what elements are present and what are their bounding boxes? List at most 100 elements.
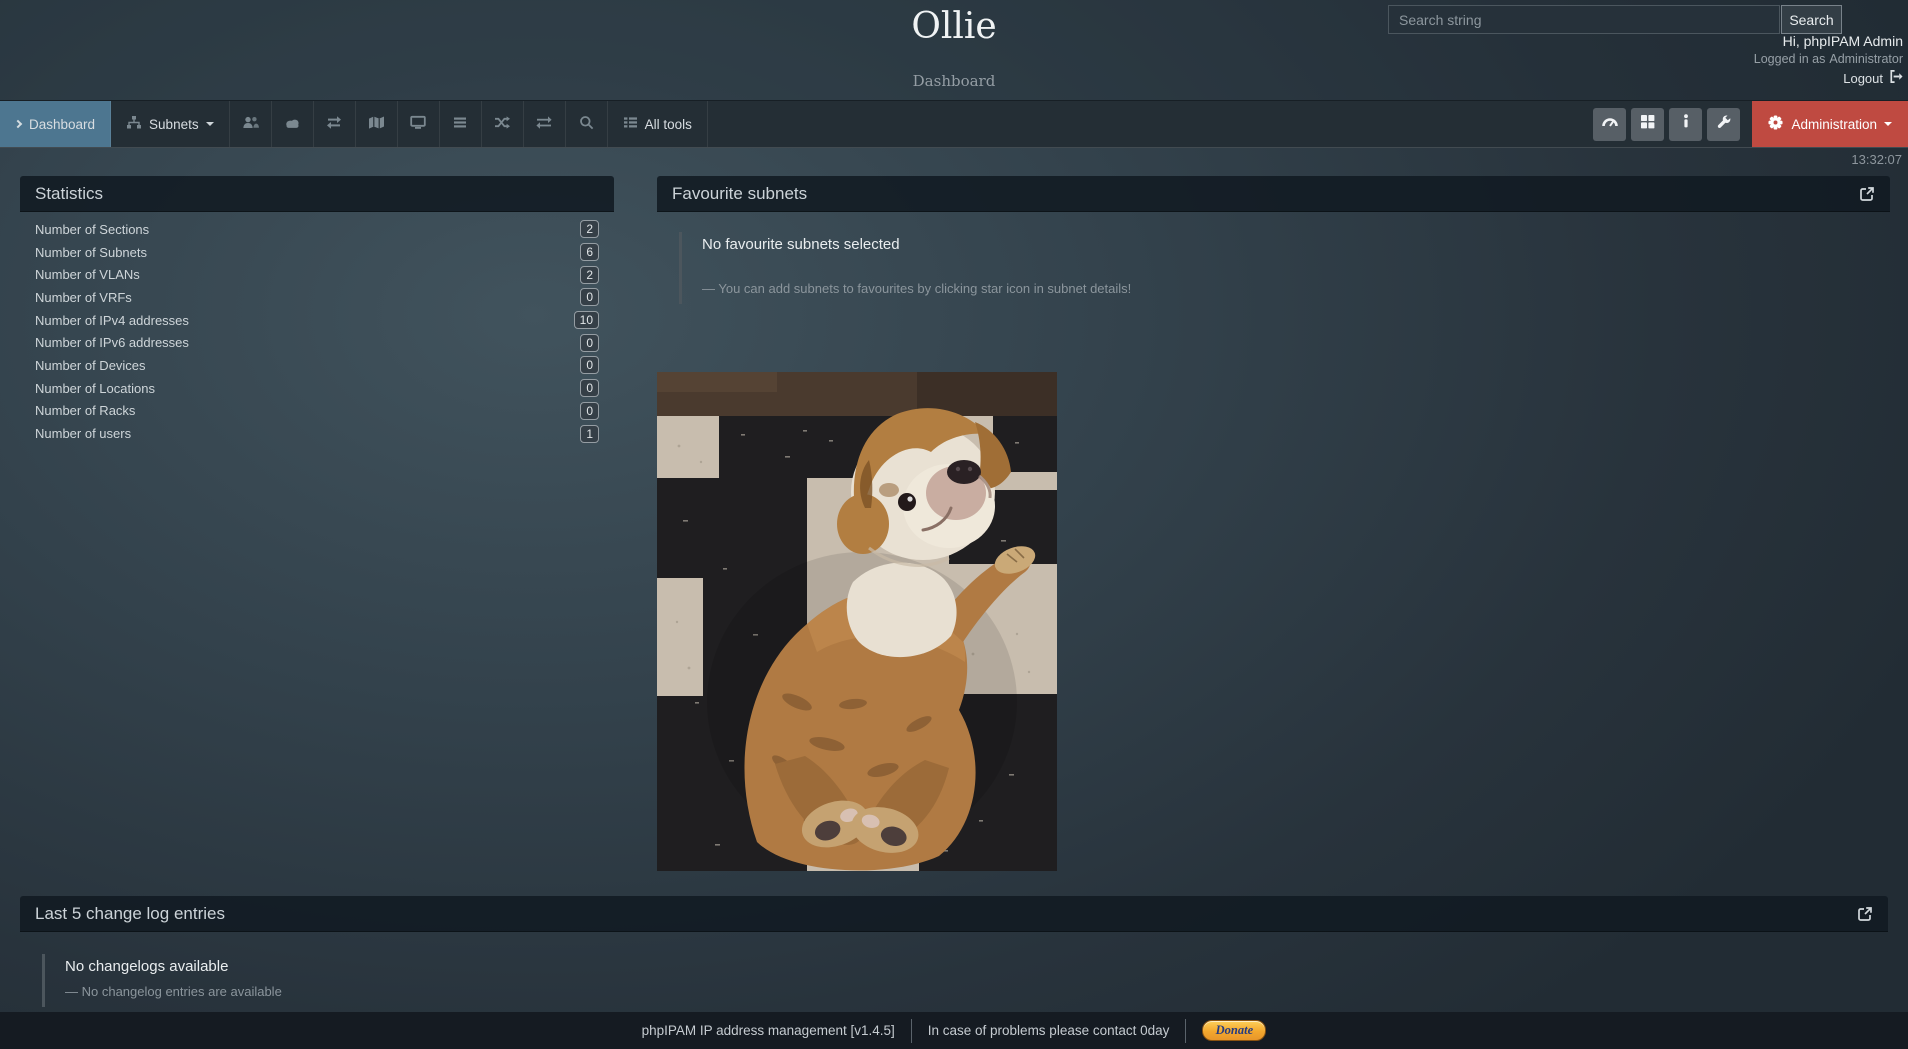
favourites-empty-note: No favourite subnets selected — You can …	[679, 232, 1890, 304]
nav-item-all-tools[interactable]: All tools	[608, 101, 708, 147]
stat-row: Number of IPv4 addresses10	[20, 309, 614, 332]
favourite-subnets-panel: Favourite subnets No favourite subnets s…	[657, 176, 1890, 871]
bulldog-photo	[657, 372, 1057, 871]
stat-label: Number of VLANs	[35, 267, 580, 282]
exchange-icon	[326, 115, 342, 133]
th-list-icon	[623, 116, 638, 132]
external-link-icon[interactable]	[1857, 906, 1873, 922]
stat-value-badge: 0	[580, 288, 599, 306]
favourite-subnets-header: Favourite subnets	[657, 176, 1890, 212]
main-nav: Dashboard Subnets	[0, 100, 1908, 148]
sitemap-icon	[126, 115, 142, 133]
search-icon	[579, 115, 594, 133]
caret-down-icon	[206, 122, 214, 126]
nav-item-routing[interactable]	[524, 101, 566, 147]
panel-title: Favourite subnets	[672, 184, 807, 204]
nav-item-vrf[interactable]	[314, 101, 356, 147]
users-icon	[242, 115, 259, 133]
stat-value-badge: 10	[574, 311, 599, 329]
nav-item-users[interactable]	[230, 101, 272, 147]
footer-contact: In case of problems please contact 0day	[928, 1023, 1170, 1038]
stat-label: Number of VRFs	[35, 290, 580, 305]
panel-title: Last 5 change log entries	[35, 904, 225, 924]
logged-in-as: Logged in asAdministrator	[1754, 52, 1903, 67]
stat-row: Number of VRFs0	[20, 286, 614, 309]
nav-item-dashboard[interactable]: Dashboard	[0, 101, 111, 147]
wrench-icon	[1716, 114, 1732, 135]
stat-value-badge: 2	[580, 266, 599, 284]
phpipam-dashboard: Ollie Dashboard Search Hi, phpIPAM Admin…	[0, 0, 1908, 1049]
favourites-message: No favourite subnets selected	[702, 236, 1890, 253]
info-icon	[1682, 114, 1690, 134]
stat-value-badge: 2	[580, 220, 599, 238]
donate-button[interactable]: Donate	[1202, 1020, 1266, 1041]
grid-icon	[1640, 114, 1655, 134]
stat-row: Number of IPv6 addresses0	[20, 331, 614, 354]
changelog-hint: — No changelog entries are available	[65, 984, 1888, 999]
stat-value-badge: 0	[580, 356, 599, 374]
justify-list-icon	[453, 116, 467, 132]
nav-item-vlan[interactable]	[272, 101, 314, 147]
external-link-icon[interactable]	[1859, 186, 1875, 202]
shuffle-icon	[494, 115, 510, 133]
transfer-icon	[536, 115, 552, 133]
logout-link[interactable]: Logout	[1754, 69, 1903, 88]
stat-label: Number of Devices	[35, 358, 580, 373]
stat-value-badge: 0	[580, 334, 599, 352]
statistics-rows: Number of Sections2Number of Subnets6Num…	[20, 212, 614, 449]
page-title: Dashboard	[0, 72, 1908, 90]
stat-value-badge: 1	[580, 425, 599, 443]
stat-value-badge: 0	[580, 379, 599, 397]
footer: phpIPAM IP address management [v1.4.5] I…	[0, 1012, 1908, 1049]
nav-item-administration[interactable]: Administration	[1752, 101, 1908, 147]
caret-down-icon	[1884, 122, 1892, 126]
stat-label: Number of IPv4 addresses	[35, 313, 574, 328]
changelog-empty-note: No changelogs available — No changelog e…	[42, 954, 1888, 1007]
nav-item-nat[interactable]	[356, 101, 398, 147]
footer-divider	[911, 1019, 912, 1043]
nav-right-group: Administration	[1593, 101, 1908, 147]
clock: 13:32:07	[1851, 152, 1902, 167]
stat-row: Number of Devices0	[20, 354, 614, 377]
changelog-panel-header: Last 5 change log entries	[20, 896, 1888, 932]
nav-item-circuits[interactable]	[482, 101, 524, 147]
stat-row: Number of users1	[20, 422, 614, 445]
stat-label: Number of IPv6 addresses	[35, 335, 580, 350]
dashboard-gauge-button[interactable]	[1593, 108, 1626, 141]
favourites-hint: — You can add subnets to favourites by c…	[702, 281, 1890, 296]
footer-divider	[1185, 1019, 1186, 1043]
cloud-icon	[284, 116, 301, 133]
sign-out-icon	[1888, 69, 1903, 88]
search-button[interactable]: Search	[1781, 5, 1842, 34]
desktop-icon	[410, 115, 426, 133]
page-header: Ollie Dashboard Search Hi, phpIPAM Admin…	[0, 0, 1908, 100]
widgets-button[interactable]	[1631, 108, 1664, 141]
info-button[interactable]	[1669, 108, 1702, 141]
panel-title: Statistics	[35, 184, 103, 204]
stat-row: Number of Subnets6	[20, 241, 614, 264]
nav-item-search[interactable]	[566, 101, 608, 147]
stat-row: Number of VLANs2	[20, 263, 614, 286]
stat-value-badge: 6	[580, 243, 599, 261]
stat-label: Number of users	[35, 426, 580, 441]
gear-icon	[1768, 115, 1783, 133]
nav-item-racks[interactable]	[440, 101, 482, 147]
user-greeting: Hi, phpIPAM Admin	[1754, 33, 1903, 50]
search-input[interactable]	[1388, 5, 1780, 34]
statistics-panel-header: Statistics	[20, 176, 614, 212]
user-block: Hi, phpIPAM Admin Logged in asAdministra…	[1754, 33, 1903, 88]
stat-label: Number of Subnets	[35, 245, 580, 260]
stat-row: Number of Sections2	[20, 218, 614, 241]
stat-row: Number of Locations0	[20, 377, 614, 400]
chevron-right-icon	[14, 120, 22, 128]
nav-item-devices[interactable]	[398, 101, 440, 147]
tools-button[interactable]	[1707, 108, 1740, 141]
gauge-icon	[1601, 114, 1619, 134]
nav-item-subnets[interactable]: Subnets	[111, 101, 230, 147]
stat-label: Number of Racks	[35, 403, 580, 418]
search-group: Search	[1388, 5, 1842, 34]
user-role[interactable]: Administrator	[1829, 52, 1903, 66]
stat-row: Number of Racks0	[20, 400, 614, 423]
changelog-message: No changelogs available	[65, 958, 1888, 975]
footer-app-version: phpIPAM IP address management [v1.4.5]	[642, 1023, 895, 1038]
